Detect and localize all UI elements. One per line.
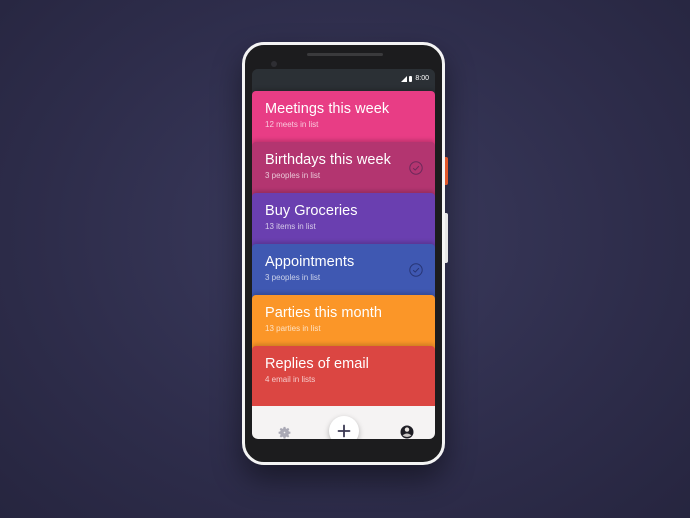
volume-button [445,213,448,263]
power-button [445,157,448,185]
list-card-parties[interactable]: Parties this month 13 parties in list [252,295,435,352]
list-card-groceries[interactable]: Buy Groceries 13 items in list [252,193,435,250]
list-card-title: Replies of email [265,356,369,372]
list-card-title: Birthdays this week [265,152,391,168]
list-card-title: Parties this month [265,305,382,321]
list-card-appointments[interactable]: Appointments 3 peoples in list [252,244,435,301]
signal-icon [401,75,408,82]
plus-icon [337,424,351,438]
list-card-subtitle: 13 items in list [265,222,316,231]
list-card-title: Buy Groceries [265,203,358,219]
avatar-icon[interactable] [399,423,415,439]
list-card-subtitle: 12 meets in list [265,120,319,129]
list-card-subtitle: 13 parties in list [265,324,321,333]
status-bar: 8:00 [252,69,435,88]
list-card-title: Appointments [265,254,355,270]
list-card-subtitle: 3 peoples in list [265,273,321,282]
app-screen: 8:00 Meetings this week 12 meets in list… [252,69,435,439]
speaker-grille [307,53,383,56]
battery-icon [409,75,413,82]
list-card-birthdays[interactable]: Birthdays this week 3 peoples in list [252,142,435,199]
list-card-subtitle: 3 peoples in list [265,171,321,180]
list-card-subtitle: 4 email in lists [265,375,316,384]
phone-frame: 8:00 Meetings this week 12 meets in list… [242,42,448,465]
gear-icon[interactable] [278,426,291,439]
front-camera [271,61,277,67]
list-card-title: Meetings this week [265,101,390,117]
status-time: 8:00 [415,75,429,82]
check-circle-icon[interactable] [409,263,423,277]
check-circle-icon[interactable] [409,161,423,175]
list-card-meetings[interactable]: Meetings this week 12 meets in list [252,91,435,148]
add-list-button[interactable] [329,416,359,439]
